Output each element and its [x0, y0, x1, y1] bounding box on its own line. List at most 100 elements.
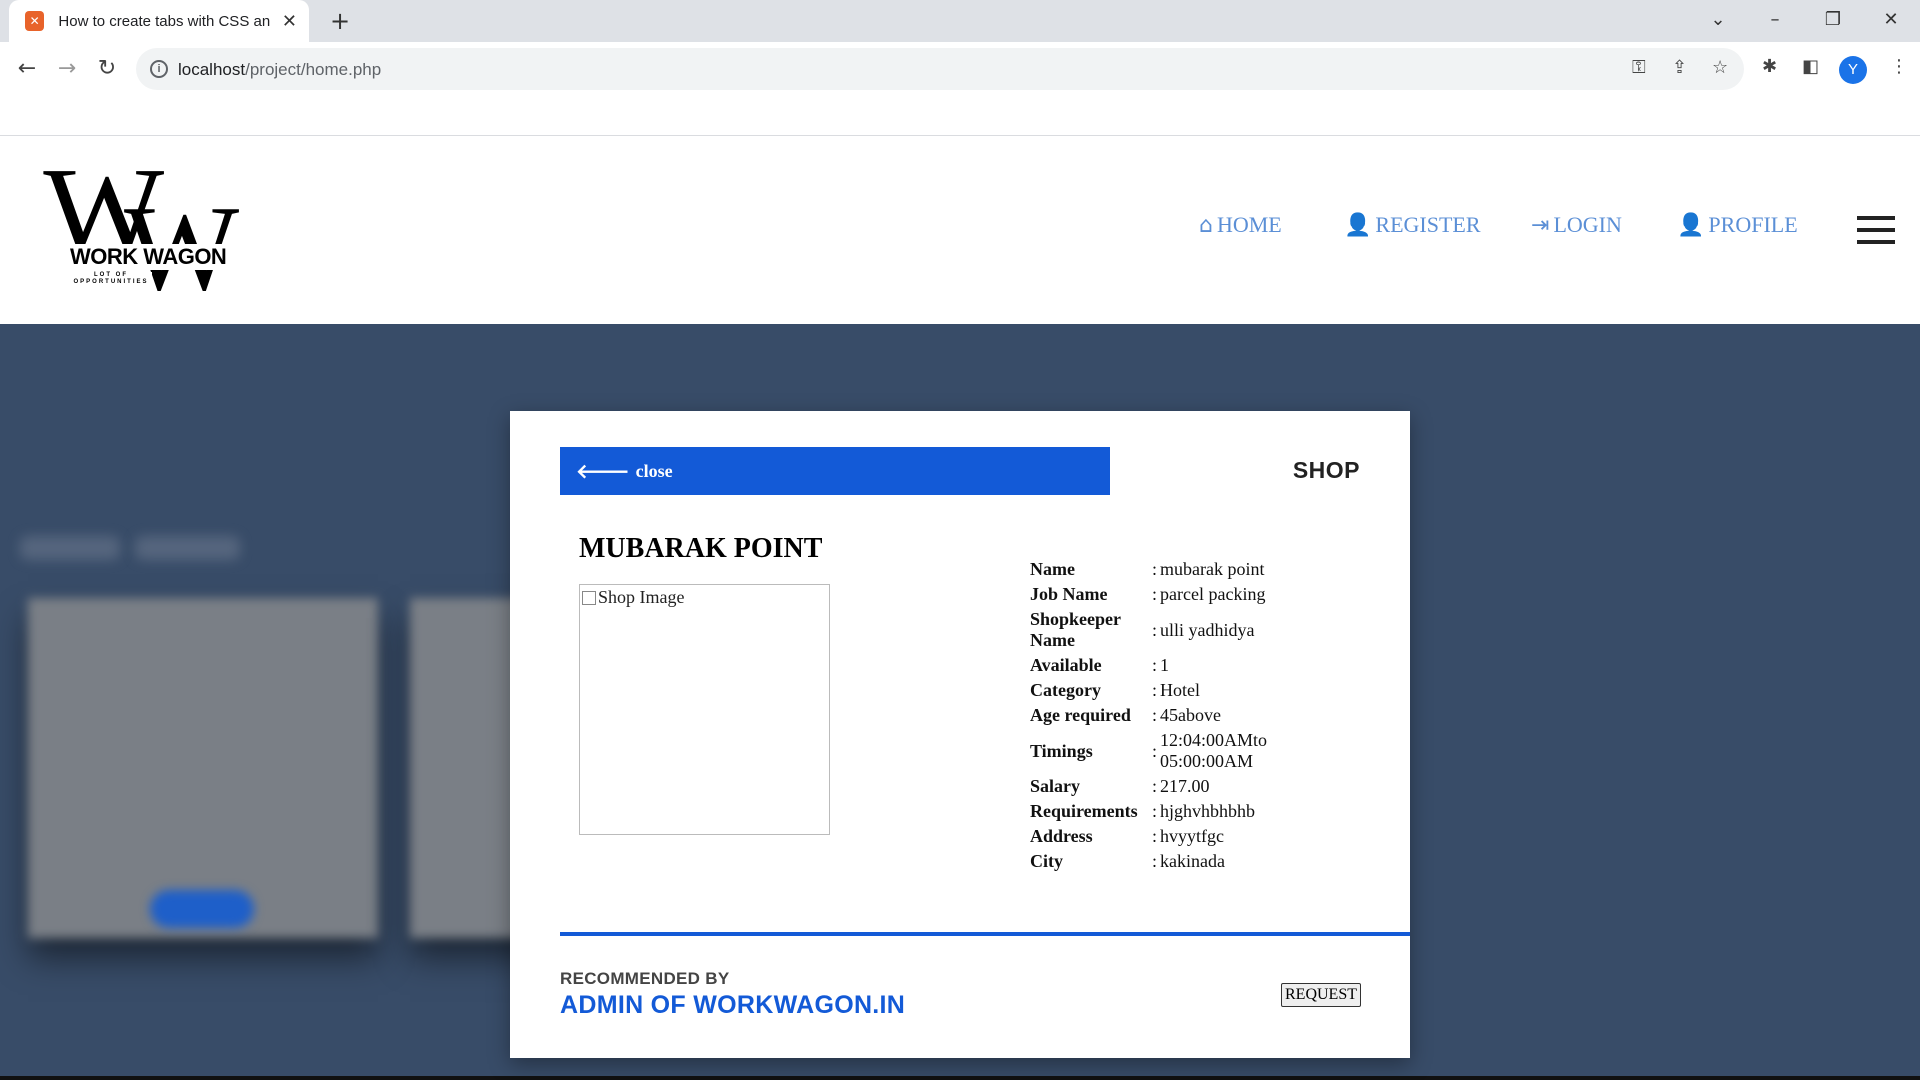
detail-key: Shopkeeper Name — [1030, 609, 1121, 650]
type-tag: SHOP — [1292, 457, 1360, 483]
bottom-strip — [0, 1076, 1920, 1080]
detail-value: Hotel — [1160, 680, 1200, 700]
shop-detail-modal: 🡐 close SHOP MUBARAK POINT Shop Image Nam… — [510, 411, 1410, 1058]
detail-separator: : — [1152, 776, 1158, 796]
info-icon[interactable]: i — [150, 60, 168, 78]
blurred-card — [28, 598, 378, 938]
minimize-button[interactable]: – — [1755, 6, 1795, 34]
detail-separator: : — [1152, 680, 1158, 700]
share-icon[interactable]: ⇪ — [1672, 57, 1687, 78]
url-text: localhost/project/home.php — [178, 60, 382, 79]
detail-row: Job Name: parcel packing — [1030, 582, 1300, 607]
detail-row: Shopkeeper Name: ulli yadhidya — [1030, 607, 1300, 653]
detail-value: parcel packing — [1160, 584, 1266, 604]
reload-icon[interactable]: ↻ — [91, 53, 123, 85]
detail-row: Address: hvyytfgc — [1030, 824, 1300, 849]
nav-register[interactable]: 👤 REGISTER — [1344, 212, 1481, 238]
new-tab-button[interactable]: + — [326, 8, 354, 36]
nav-login[interactable]: ⇥ LOGIN — [1531, 212, 1622, 238]
nav-home[interactable]: ⌂ HOME — [1199, 212, 1282, 238]
recommended-by: ADMIN OF WORKWAGON.IN — [560, 991, 906, 1019]
detail-separator: : — [1152, 826, 1158, 846]
back-icon[interactable]: ← — [11, 53, 43, 85]
detail-value: 217.00 — [1160, 776, 1210, 796]
hamburger-menu-icon[interactable] — [1857, 216, 1895, 244]
nav-home-label: HOME — [1216, 212, 1282, 237]
site-header: W W WORK WAGON LOT OF OPPORTUNITIES ⌂HOM… — [0, 136, 1920, 324]
detail-row: Timings:12:04:00AMto 05:00:00AM — [1030, 728, 1300, 774]
close-button[interactable]: 🡐 close — [560, 447, 1110, 495]
shop-image-alt: Shop Image — [598, 587, 685, 607]
restore-button[interactable]: ❐ — [1813, 6, 1853, 34]
detail-value: 12:04:00AMto 05:00:00AM — [1160, 730, 1268, 771]
nav-profile-label: PROFILE — [1708, 212, 1798, 237]
detail-value: 1 — [1160, 655, 1169, 675]
logo-tagline: LOT OF OPPORTUNITIES — [70, 272, 152, 286]
key-icon[interactable]: ⚿ — [1632, 57, 1646, 78]
detail-separator: : — [1152, 740, 1158, 761]
detail-separator: : — [1152, 801, 1158, 821]
detail-value: mubarak point — [1160, 559, 1265, 579]
detail-value: hvyytfgc — [1160, 826, 1224, 846]
detail-row: Category: Hotel — [1030, 678, 1300, 703]
shop-details-table: Name: mubarak point Job Name: parcel packin… — [1030, 557, 1300, 874]
detail-key: Age required — [1030, 705, 1131, 725]
detail-separator: : — [1152, 584, 1158, 604]
tab-search-icon[interactable]: ⌄ — [1698, 6, 1738, 34]
detail-key: Timings — [1030, 740, 1093, 761]
detail-separator: : — [1152, 655, 1158, 675]
browser-tab[interactable]: ✕ How to create tabs with CSS and ✕ — [9, 0, 309, 42]
star-icon[interactable]: ☆ — [1712, 57, 1728, 78]
user-icon: 👤 — [1677, 212, 1705, 238]
detail-separator: : — [1152, 851, 1158, 871]
nav-profile[interactable]: 👤 PROFILE — [1677, 212, 1798, 238]
logo-brand-text: WORK WAGON — [68, 244, 229, 270]
xampp-icon: ✕ — [25, 11, 45, 31]
nav-login-label: LOGIN — [1553, 212, 1622, 237]
detail-key: Available — [1030, 655, 1102, 675]
shop-image: Shop Image — [579, 584, 830, 835]
user-plus-icon: 👤 — [1344, 212, 1372, 238]
detail-key: Job Name — [1030, 584, 1108, 604]
avatar[interactable]: Y — [1839, 56, 1867, 84]
detail-key: Category — [1030, 680, 1101, 700]
browser-tabstrip: ✕ How to create tabs with CSS and ✕ + ⌄ … — [0, 0, 1920, 42]
detail-row: Salary:217.00 — [1030, 774, 1300, 799]
forward-icon[interactable]: → — [51, 53, 83, 85]
close-label: close — [635, 460, 673, 481]
close-window-button[interactable]: ✕ — [1871, 6, 1911, 34]
broken-image-icon — [582, 591, 596, 605]
divider — [560, 932, 1410, 936]
arrow-left-icon: 🡐 — [576, 459, 630, 483]
tab-title: How to create tabs with CSS and — [58, 12, 270, 30]
detail-key: Salary — [1030, 776, 1081, 796]
detail-row: City: kakinada — [1030, 849, 1300, 874]
browser-toolbar: ← → ↻ i localhost/project/home.php ⚿ ⇪ ☆… — [0, 42, 1920, 96]
work-wagon-logo[interactable]: W W WORK WAGON LOT OF OPPORTUNITIES — [43, 146, 244, 314]
detail-value: ulli yadhidya — [1160, 619, 1255, 640]
address-bar[interactable]: i localhost/project/home.php ⚿ ⇪ ☆ — [136, 48, 1744, 90]
detail-separator: : — [1152, 559, 1158, 579]
close-icon[interactable]: ✕ — [282, 11, 297, 32]
request-button[interactable]: REQUEST — [1281, 983, 1361, 1007]
side-panel-icon[interactable]: ◧ — [1802, 56, 1819, 77]
blurred-heading-secondary — [135, 536, 240, 560]
blurred-card-button — [150, 890, 254, 928]
menu-dots-icon[interactable]: ⋮ — [1890, 56, 1908, 77]
detail-separator: : — [1152, 619, 1158, 640]
detail-row: Age required:45above — [1030, 703, 1300, 728]
recommended-label: RECOMMENDED BY — [560, 969, 730, 988]
detail-separator: : — [1152, 705, 1158, 725]
extensions-icon[interactable]: ✱ — [1762, 56, 1777, 77]
detail-key: Address — [1030, 826, 1093, 846]
page-top-gap — [0, 96, 1920, 136]
detail-value: kakinada — [1160, 851, 1225, 871]
detail-key: City — [1030, 851, 1063, 871]
detail-value: hjghvhbhbhb — [1160, 801, 1256, 821]
detail-key: Name — [1030, 559, 1075, 579]
detail-row: Available:1 — [1030, 653, 1300, 678]
shop-name: MUBARAK POINT — [579, 533, 823, 564]
blurred-heading — [20, 536, 120, 560]
detail-row: Requirements: hjghvhbhbhb — [1030, 799, 1300, 824]
detail-value: 45above — [1160, 705, 1221, 725]
